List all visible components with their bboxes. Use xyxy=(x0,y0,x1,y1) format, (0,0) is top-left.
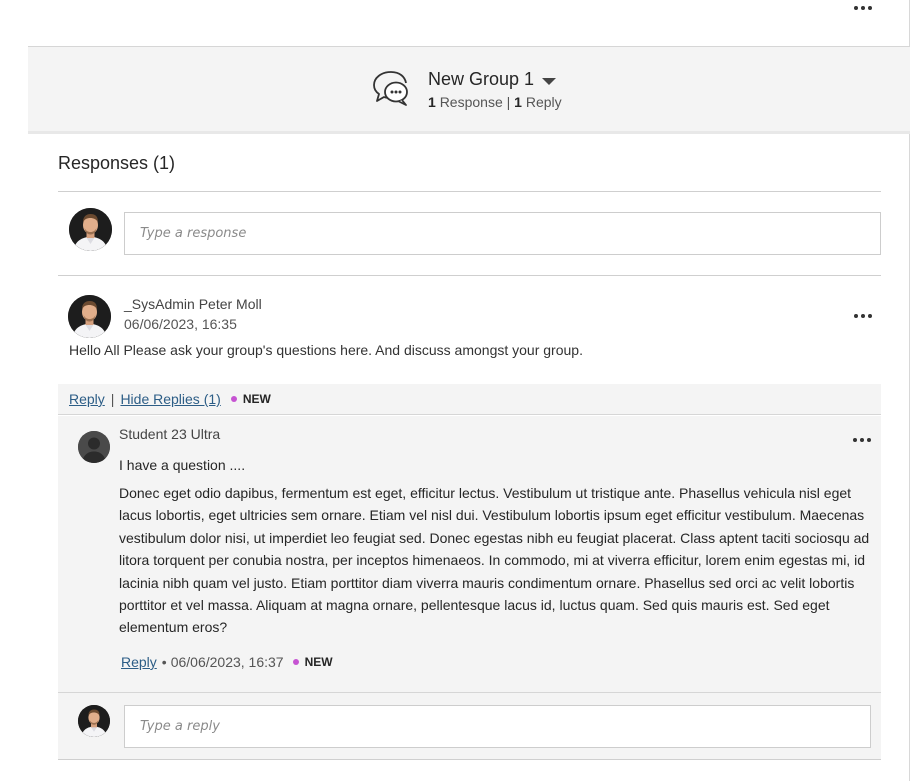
group-title-dropdown[interactable]: New Group 1 xyxy=(428,69,557,90)
new-badge: NEW xyxy=(242,392,271,406)
hide-replies-link[interactable]: Hide Replies (1) xyxy=(120,391,220,407)
reply-author-name[interactable]: Student 23 Ultra xyxy=(119,426,220,442)
reply-input[interactable]: Type a reply xyxy=(124,705,871,748)
more-options-button[interactable] xyxy=(852,0,874,16)
post-author-name[interactable]: _SysAdmin Peter Moll xyxy=(124,296,262,312)
discussion-bubbles-icon xyxy=(371,67,411,107)
new-indicator-dot xyxy=(292,659,299,665)
stats-separator: | xyxy=(506,94,511,110)
reply-to-reply-link[interactable]: Reply xyxy=(121,654,157,670)
reply-body: Donec eget odio dapibus, fermentum est e… xyxy=(119,485,870,636)
new-badge: NEW xyxy=(304,655,333,669)
action-separator: | xyxy=(110,391,115,407)
current-user-avatar xyxy=(69,208,112,251)
meta-bullet: • xyxy=(161,654,167,670)
new-indicator-dot xyxy=(230,396,237,402)
reply-meta: Reply • 06/06/2023, 16:37 NEW xyxy=(121,654,333,670)
reply-date: 06/06/2023, 16:37 xyxy=(170,654,284,670)
responses-heading: Responses (1) xyxy=(58,153,176,173)
replies-count: 1 xyxy=(514,94,522,110)
replies-label: Reply xyxy=(525,94,562,110)
current-user-avatar xyxy=(78,705,110,737)
reply-link[interactable]: Reply xyxy=(69,391,105,407)
group-title: New Group 1 xyxy=(428,69,535,89)
chevron-down-icon xyxy=(542,78,557,85)
reply-more-options-button[interactable] xyxy=(851,432,873,448)
reply-author-avatar xyxy=(78,431,110,463)
responses-count: 1 xyxy=(428,94,436,110)
more-horizontal-icon xyxy=(854,314,872,318)
reply-subject: I have a question .... xyxy=(119,457,246,473)
group-header: New Group 1 1 Response | 1 Reply xyxy=(28,46,910,134)
post-body: Hello All Please ask your group's questi… xyxy=(69,342,583,358)
post-more-options-button[interactable] xyxy=(852,308,874,324)
more-horizontal-icon xyxy=(854,6,872,10)
responses-label: Response xyxy=(439,94,503,110)
divider xyxy=(58,275,881,276)
divider xyxy=(58,191,881,192)
more-horizontal-icon xyxy=(853,438,871,442)
post-author-avatar xyxy=(68,295,111,338)
response-input[interactable]: Type a response xyxy=(124,212,881,255)
post-action-bar: Reply | Hide Replies (1) NEW xyxy=(58,384,881,415)
post-date: 06/06/2023, 16:35 xyxy=(124,316,237,332)
group-stats: 1 Response | 1 Reply xyxy=(428,94,562,110)
